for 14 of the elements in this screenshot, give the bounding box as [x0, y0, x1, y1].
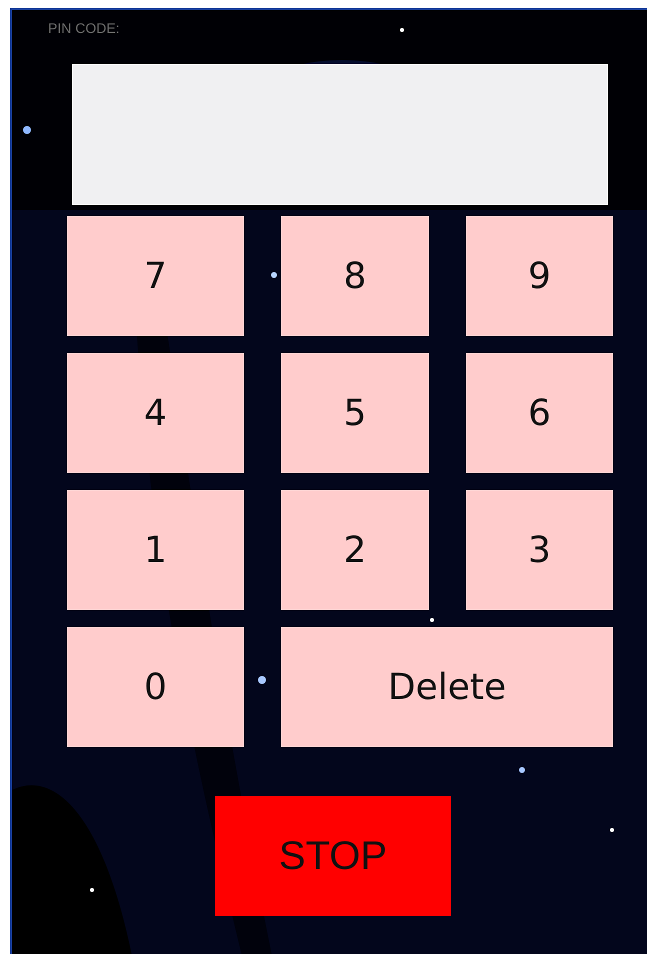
- digit-key[interactable]: 3: [466, 490, 613, 610]
- digit-key[interactable]: 8: [281, 216, 429, 336]
- digit-key[interactable]: 5: [281, 353, 429, 473]
- pin-code-label: PIN CODE:: [48, 20, 120, 36]
- delete-button[interactable]: Delete: [281, 627, 613, 747]
- stop-button[interactable]: STOP: [215, 796, 451, 916]
- digit-key[interactable]: 4: [67, 353, 244, 473]
- digit-key[interactable]: 2: [281, 490, 429, 610]
- digit-key[interactable]: 0: [67, 627, 244, 747]
- digit-key[interactable]: 7: [67, 216, 244, 336]
- pin-input-field[interactable]: [72, 64, 608, 205]
- digit-key[interactable]: 1: [67, 490, 244, 610]
- digit-key[interactable]: 9: [466, 216, 613, 336]
- digit-key[interactable]: 6: [466, 353, 613, 473]
